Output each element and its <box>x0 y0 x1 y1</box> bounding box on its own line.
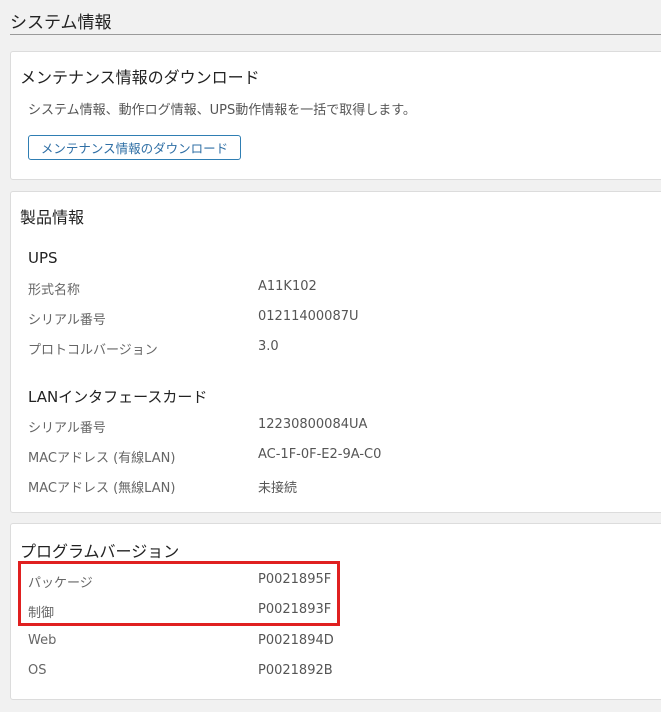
mac-wired-value: AC-1F-0F-E2-9A-C0 <box>258 447 382 462</box>
mac-wireless-label: MACアドレス (無線LAN) <box>28 481 176 496</box>
ups-protocol-value: 3.0 <box>258 339 279 354</box>
product-info-title: 製品情報 <box>20 208 85 227</box>
program-version-title: プログラムバージョン <box>20 542 180 561</box>
mac-wireless-value: 未接続 <box>258 481 298 496</box>
title-divider <box>10 34 661 35</box>
lan-card-section-title: LANインタフェースカード <box>28 388 208 406</box>
ups-serial-value: 01211400087U <box>258 309 359 324</box>
lan-serial-value: 12230800084UA <box>258 417 368 432</box>
ups-model-label: 形式名称 <box>28 283 81 298</box>
ups-serial-label: シリアル番号 <box>28 313 106 328</box>
os-version-value: P0021892B <box>258 663 333 678</box>
os-version-label: OS <box>28 663 47 678</box>
maintenance-download-button[interactable]: メンテナンス情報のダウンロード <box>28 135 241 160</box>
maintenance-title: メンテナンス情報のダウンロード <box>20 68 260 87</box>
maintenance-description: システム情報、動作ログ情報、UPS動作情報を一括で取得します。 <box>28 103 416 118</box>
ups-model-value: A11K102 <box>258 279 317 294</box>
lan-serial-label: シリアル番号 <box>28 421 106 436</box>
ups-protocol-label: プロトコルバージョン <box>28 343 158 358</box>
maintenance-card: メンテナンス情報のダウンロード システム情報、動作ログ情報、UPS動作情報を一括… <box>10 51 661 180</box>
product-info-card: 製品情報 UPS 形式名称 A11K102 シリアル番号 01211400087… <box>10 191 661 513</box>
page-title: システム情報 <box>10 13 112 33</box>
ups-section-title: UPS <box>28 249 58 267</box>
web-version-value: P0021894D <box>258 633 334 648</box>
web-version-label: Web <box>28 633 57 648</box>
highlight-box <box>18 561 340 626</box>
mac-wired-label: MACアドレス (有線LAN) <box>28 451 176 466</box>
